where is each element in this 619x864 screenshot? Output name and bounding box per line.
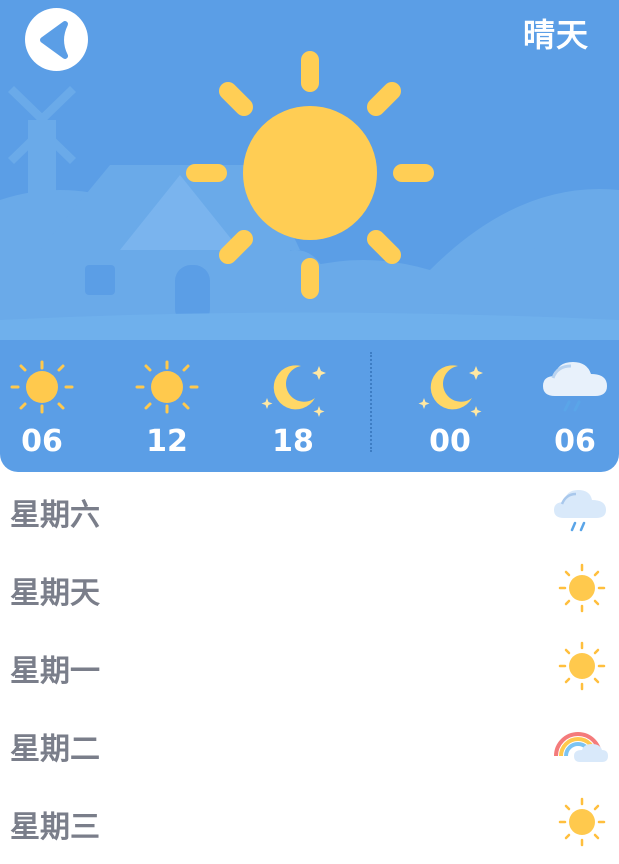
sun-icon xyxy=(558,563,606,613)
hourly-time: 06 xyxy=(554,424,596,459)
main-sun-icon xyxy=(186,51,434,299)
day-label: 星期三 xyxy=(10,810,100,845)
sun-icon xyxy=(558,641,606,691)
rain-cloud-icon xyxy=(554,490,606,532)
hourly-time: 06 xyxy=(21,424,63,459)
daily-row[interactable]: 星期二 xyxy=(0,706,619,784)
hourly-time: 18 xyxy=(272,424,314,459)
sun-icon xyxy=(558,797,606,847)
day-divider xyxy=(370,352,372,452)
rainbow-icon xyxy=(554,732,608,762)
day-label: 星期一 xyxy=(10,654,100,689)
sun-icon xyxy=(10,360,74,414)
moon-icon xyxy=(261,365,326,417)
hourly-time: 12 xyxy=(146,424,188,459)
hourly-time: 00 xyxy=(429,424,471,459)
daily-row[interactable]: 星期一 xyxy=(0,628,619,706)
condition-label: 晴天 xyxy=(522,16,589,54)
daily-row[interactable]: 星期天 xyxy=(0,550,619,628)
chevron-left-icon xyxy=(40,21,68,59)
weather-hero: 晴天 06 12 18 00 06 xyxy=(0,0,619,472)
daily-row[interactable]: 星期三 xyxy=(0,784,619,862)
day-label: 星期二 xyxy=(10,732,100,767)
sun-icon xyxy=(135,360,199,414)
rain-cloud-icon xyxy=(543,362,607,412)
back-button[interactable] xyxy=(25,8,88,71)
daily-row[interactable]: 星期六 xyxy=(0,472,619,550)
day-label: 星期六 xyxy=(10,498,100,533)
day-label: 星期天 xyxy=(10,576,100,611)
hourly-forecast: 06 12 18 00 06 xyxy=(0,340,619,472)
moon-icon xyxy=(418,365,483,417)
